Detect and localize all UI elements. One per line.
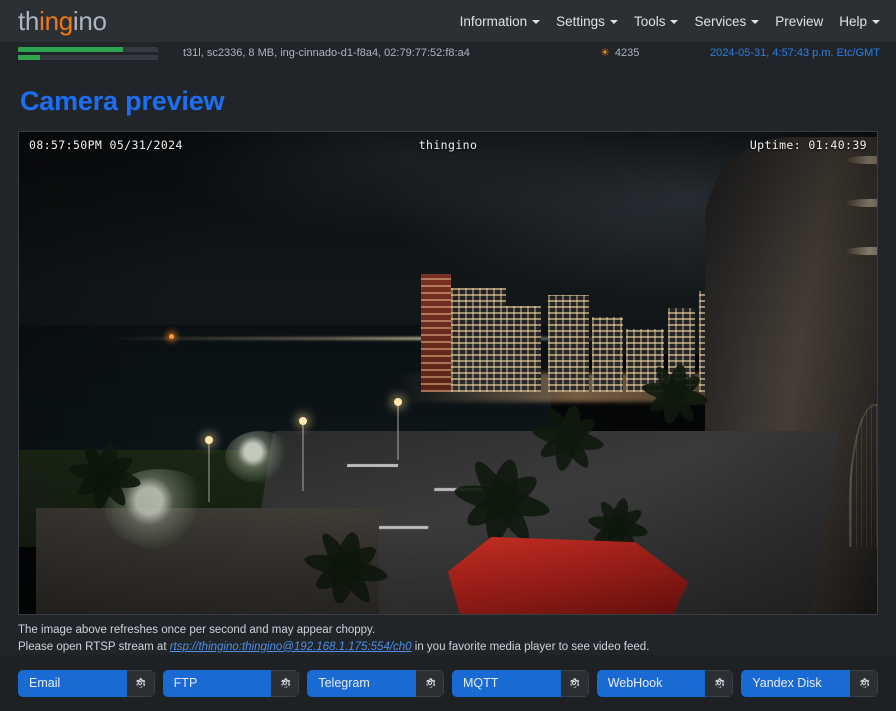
- status-bar: t31l, sc2336, 8 MB, ing-cinnado-d1-f8a4,…: [0, 42, 896, 64]
- nav-label: Information: [459, 13, 528, 29]
- resource-meters: [18, 46, 158, 60]
- chevron-down-icon: [609, 20, 618, 24]
- datetime-text: 2024-05-31, 4:57:43 p.m. Etc/GMT: [710, 47, 880, 59]
- nav-label: Help: [839, 13, 867, 29]
- integration-action-bar: Email FTP Telegram MQTT WebHook Yandex D…: [0, 655, 896, 711]
- nav-item-information[interactable]: Information: [460, 14, 541, 29]
- chevron-down-icon: [670, 20, 679, 24]
- gear-icon: [136, 678, 146, 688]
- email-button[interactable]: Email: [18, 669, 127, 697]
- light-value: 4235: [614, 47, 640, 59]
- gear-icon: [715, 678, 725, 688]
- video-osd-overlay: 08:57:50PM 05/31/2024 thingino Uptime: 0…: [19, 138, 877, 152]
- memory-meter: [18, 46, 158, 52]
- email-settings-button[interactable]: [126, 669, 155, 697]
- webhook-settings-button[interactable]: [705, 669, 734, 697]
- system-info-text: t31l, sc2336, 8 MB, ing-cinnado-d1-f8a4,…: [183, 47, 470, 59]
- nav-item-tools[interactable]: Tools: [634, 14, 679, 29]
- rtsp-note-suffix: in you favorite media player to see vide…: [411, 640, 650, 653]
- sun-icon: ☀: [600, 46, 610, 59]
- nav-item-preview[interactable]: Preview: [775, 14, 823, 29]
- nav-item-help[interactable]: Help: [839, 14, 880, 29]
- chevron-down-icon: [751, 20, 760, 24]
- nav-label: Services: [694, 13, 747, 29]
- action-group-telegram: Telegram: [307, 669, 445, 697]
- action-group-yandex-disk: Yandex Disk: [741, 669, 879, 697]
- gear-icon: [859, 678, 869, 688]
- gear-icon: [281, 678, 291, 688]
- chevron-down-icon: [532, 20, 541, 24]
- refresh-note: The image above refreshes once per secon…: [18, 624, 376, 636]
- preview-notes: The image above refreshes once per secon…: [18, 622, 878, 655]
- storage-meter: [18, 54, 158, 60]
- chevron-down-icon: [872, 20, 880, 24]
- osd-uptime: Uptime: 01:40:39: [749, 138, 867, 152]
- gear-icon: [425, 678, 435, 688]
- nav-label: Settings: [556, 13, 605, 29]
- camera-scene-image: [19, 132, 877, 614]
- osd-timestamp: 08:57:50PM 05/31/2024: [29, 138, 183, 152]
- telegram-settings-button[interactable]: [416, 669, 445, 697]
- yandex-disk-settings-button[interactable]: [850, 669, 879, 697]
- action-group-webhook: WebHook: [596, 669, 734, 697]
- memory-meter-fill: [18, 46, 123, 52]
- page-title: Camera preview: [20, 86, 225, 116]
- mqtt-settings-button[interactable]: [560, 669, 589, 697]
- telegram-button[interactable]: Telegram: [307, 669, 417, 697]
- mqtt-button[interactable]: MQTT: [452, 669, 561, 697]
- webhook-button[interactable]: WebHook: [596, 669, 706, 697]
- rtsp-stream-link[interactable]: rtsp://thingino:thingino@192.168.1.175:5…: [170, 641, 412, 653]
- action-group-mqtt: MQTT: [452, 669, 589, 697]
- nav-label: Preview: [775, 13, 824, 29]
- brand-accent: ing: [39, 6, 73, 36]
- brand-suffix: ino: [72, 6, 107, 36]
- camera-preview-frame[interactable]: 08:57:50PM 05/31/2024 thingino Uptime: 0…: [18, 131, 878, 615]
- nav-item-services[interactable]: Services: [694, 13, 760, 29]
- page-content: Camera preview 08:57:50PM 05/31/2024 thi…: [0, 86, 896, 655]
- nav-menu: Information Settings Tools Services Prev…: [460, 14, 880, 29]
- action-group-ftp: FTP: [162, 669, 300, 697]
- nav-label: Tools: [633, 13, 666, 29]
- action-group-email: Email: [18, 669, 155, 697]
- brand-logo[interactable]: thingino: [18, 8, 107, 34]
- storage-meter-fill: [18, 54, 41, 60]
- light-sensor-readout: ☀ 4235: [600, 47, 639, 59]
- nav-item-settings[interactable]: Settings: [556, 14, 618, 29]
- rtsp-note-prefix: Please open RTSP stream at: [18, 640, 170, 653]
- rtsp-note: Please open RTSP stream at rtsp://thingi…: [18, 639, 878, 656]
- osd-camera-name: thingino: [418, 138, 478, 152]
- ftp-settings-button[interactable]: [271, 669, 300, 697]
- brand-prefix: th: [18, 6, 40, 36]
- gear-icon: [570, 678, 580, 688]
- top-navbar: thingino Information Settings Tools Serv…: [0, 0, 896, 42]
- yandex-disk-button[interactable]: Yandex Disk: [741, 669, 851, 697]
- ftp-button[interactable]: FTP: [162, 669, 272, 697]
